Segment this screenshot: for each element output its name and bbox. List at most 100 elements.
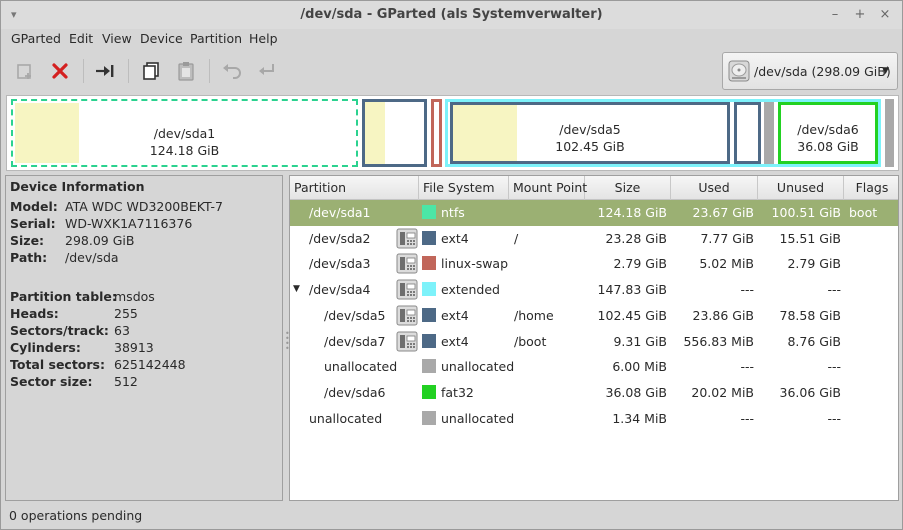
map-partition-size: 36.08 GiB [797, 139, 859, 154]
map-partition-sda4[interactable]: /dev/sda5 102.45 GiB /dev/sda6 36.08 GiB [445, 99, 881, 167]
device-info-heading: Device Information [10, 179, 145, 194]
table-row[interactable]: /dev/sda7 ext4/boot 9.31 GiB 556.83 MiB 8.76… [290, 329, 898, 355]
filesystem-color-swatch [422, 205, 436, 219]
table-row[interactable]: unallocated unallocated 6.00 MiB --- --- [290, 354, 898, 380]
menu-partition[interactable]: Partition [190, 31, 242, 46]
delete-partition-icon[interactable] [48, 59, 72, 83]
column-header-mountpoint[interactable]: Mount Point [509, 176, 587, 200]
maximize-button[interactable]: + [851, 6, 869, 24]
cell-size: 2.79 GiB [613, 256, 667, 272]
column-header-partition[interactable]: Partition [290, 176, 419, 200]
filesystem-color-swatch [422, 307, 436, 322]
map-partition-sda2[interactable] [362, 99, 427, 167]
cell-filesystem: ext4 [441, 333, 469, 349]
toolbar-separator [83, 59, 84, 83]
cell-used: 23.86 GiB [692, 307, 755, 323]
paste-icon[interactable] [174, 59, 198, 83]
column-header-size[interactable]: Size [585, 176, 671, 200]
menu-bar: GParted Edit View Device Partition Help [1, 29, 902, 49]
device-information-panel: Device Information Model: ATA WDC WD3200B… [5, 175, 283, 501]
cell-partition: /dev/sda6 [324, 384, 386, 400]
cell-size: 102.45 GiB [597, 307, 667, 323]
copy-icon[interactable] [139, 59, 163, 83]
cell-partition: /dev/sda1 [309, 205, 371, 220]
resize-move-icon[interactable] [93, 59, 117, 83]
map-partition-name: /dev/sda5 [559, 122, 621, 137]
map-partition-sda5[interactable]: /dev/sda5 102.45 GiB [450, 102, 730, 164]
harddisk-icon [728, 59, 750, 83]
close-button[interactable]: × [876, 6, 894, 24]
menu-edit[interactable]: Edit [69, 31, 93, 46]
cell-filesystem: unallocated [441, 359, 515, 375]
cell-filesystem: unallocated [441, 410, 515, 426]
column-header-used[interactable]: Used [671, 176, 758, 200]
undo-icon[interactable] [220, 59, 244, 83]
pane-resize-handle[interactable]: • • • • [285, 330, 290, 353]
cell-used: --- [740, 359, 754, 375]
table-header: Partition File System Mount Point Size U… [290, 176, 898, 200]
table-row[interactable]: /dev/sda1 ntfs 124.18 GiB 23.67 GiB 100.51 G… [290, 200, 898, 226]
cell-mountpoint: /home [514, 307, 554, 323]
cell-unused: --- [827, 410, 841, 426]
cell-partition: unallocated [309, 410, 383, 426]
filesystem-color-swatch [422, 282, 436, 297]
menu-device[interactable]: Device [140, 31, 183, 46]
cell-partition: /dev/sda2 [309, 230, 371, 246]
cell-filesystem: ext4 [441, 230, 469, 246]
cell-size: 124.18 GiB [597, 205, 667, 220]
lock-icon [396, 279, 418, 300]
cell-unused: 100.51 GiB [771, 205, 841, 220]
cell-unused: 15.51 GiB [779, 230, 842, 246]
cell-partition: unallocated [324, 359, 398, 375]
table-row[interactable]: /dev/sda5 ext4/home 102.45 GiB 23.86 GiB 78.… [290, 303, 898, 329]
cell-size: 23.28 GiB [605, 230, 668, 246]
cell-used: 5.02 MiB [699, 256, 754, 272]
cell-partition: /dev/sda4 [309, 282, 371, 298]
map-unallocated[interactable] [885, 99, 894, 167]
table-row[interactable]: unallocated unallocated 1.34 MiB --- --- [290, 406, 898, 432]
cell-size: 147.83 GiB [597, 282, 667, 298]
menu-help[interactable]: Help [249, 31, 278, 46]
table-row[interactable]: /dev/sda3 linux-swap 2.79 GiB 5.02 MiB 2.79 … [290, 251, 898, 277]
column-header-filesystem[interactable]: File System [419, 176, 509, 200]
cell-mountpoint: / [514, 230, 519, 246]
table-row[interactable]: /dev/sda6 fat32 36.08 GiB 20.02 MiB 36.06 Gi… [290, 380, 898, 406]
toolbar-separator [209, 59, 210, 83]
cell-used: 7.77 GiB [700, 230, 754, 246]
device-selector-label: /dev/sda (298.09 GiB) [754, 64, 891, 79]
map-partition-sda1[interactable]: /dev/sda1 124.18 GiB [11, 99, 358, 167]
cell-size: 9.31 GiB [613, 333, 667, 349]
expander-icon[interactable]: ▼ [293, 284, 300, 294]
table-row[interactable]: /dev/sda2 ext4 / 23.28 GiB 7.77 GiB 15.51 GiB [290, 226, 898, 252]
cell-flags: boot [849, 205, 878, 220]
map-partition-sda6[interactable]: /dev/sda6 36.08 GiB [778, 102, 878, 164]
cell-partition: /dev/sda5 [324, 307, 386, 323]
cell-partition: /dev/sda7 [324, 333, 386, 349]
cell-size: 36.08 GiB [605, 384, 668, 400]
cell-unused: 78.58 GiB [779, 307, 842, 323]
minimize-button[interactable]: – [826, 6, 844, 24]
new-partition-icon[interactable] [13, 59, 37, 83]
cell-size: 1.34 MiB [612, 410, 667, 426]
cell-filesystem: ext4 [441, 307, 469, 323]
column-header-unused[interactable]: Unused [758, 176, 844, 200]
column-header-flags[interactable]: Flags [844, 176, 898, 200]
apply-icon[interactable] [255, 59, 279, 83]
table-row[interactable]: ▼ /dev/sda4 extended 147.83 GiB --- --- [290, 277, 898, 303]
disk-map: /dev/sda1 124.18 GiB /dev/sda5 102.45 Gi… [6, 95, 899, 171]
cell-used: --- [740, 410, 754, 426]
cell-filesystem: fat32 [441, 384, 474, 400]
cell-unused: 2.79 GiB [787, 256, 841, 272]
menu-gparted[interactable]: GParted [11, 31, 61, 46]
map-unallocated[interactable] [764, 102, 774, 164]
menu-view[interactable]: View [102, 31, 132, 46]
toolbar-separator [128, 59, 129, 83]
map-partition-size: 124.18 GiB [149, 143, 220, 158]
device-selector[interactable]: /dev/sda (298.09 GiB) ▼ [722, 52, 898, 90]
cell-used: --- [740, 282, 754, 298]
filesystem-color-swatch [422, 384, 436, 399]
window-title: /dev/sda - GParted (als Systemverwalter) [300, 7, 603, 22]
map-partition-sda7[interactable] [734, 102, 761, 164]
map-partition-sda3[interactable] [431, 99, 442, 167]
map-partition-name: /dev/sda6 [797, 122, 859, 137]
